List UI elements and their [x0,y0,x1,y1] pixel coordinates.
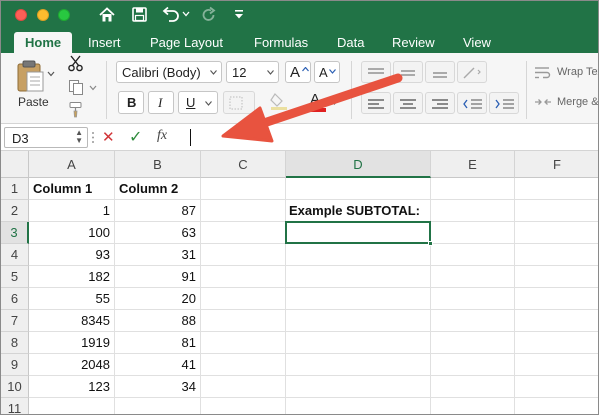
excel-window: Home Insert Page Layout Formulas Data Re… [0,0,599,415]
annotation-arrow [221,73,403,143]
